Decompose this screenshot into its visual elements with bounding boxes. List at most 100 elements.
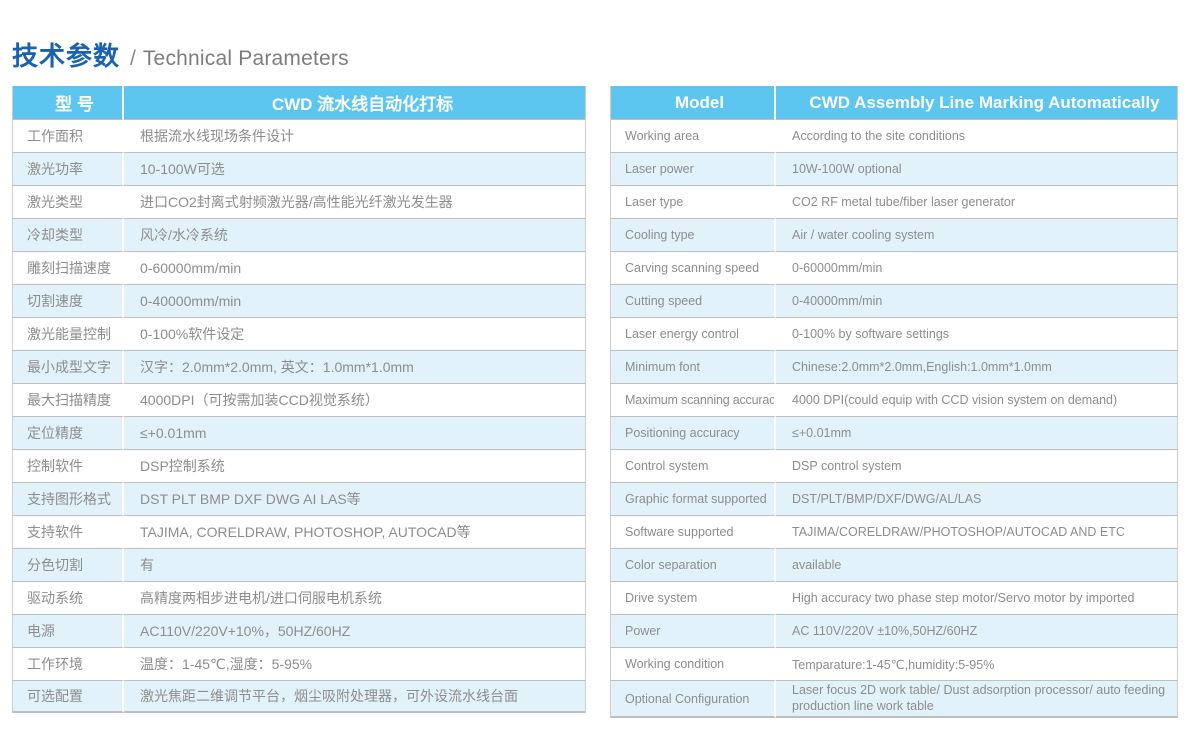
row-parameter-name: Cooling type [610, 218, 776, 251]
row-parameter-name: Graphic format supported [610, 482, 776, 515]
table-row: 支持软件 TAJIMA, CORELDRAW, PHOTOSHOP, AUTOCA… [12, 515, 586, 548]
table-row: Positioning accuracy ≤+0.01mm [610, 416, 1178, 449]
row-parameter-name: 支持图形格式 [12, 482, 124, 515]
row-parameter-name: 最小成型文字 [12, 350, 124, 383]
row-parameter-name: 驱动系统 [12, 581, 124, 614]
table-row: Laser energy control 0-100% by software s… [610, 317, 1178, 350]
row-parameter-value: CO2 RF metal tube/fiber laser generator [776, 185, 1178, 218]
table-row: 激光类型 进口CO2封离式射频激光器/高性能光纤激光发生器 [12, 185, 586, 218]
row-parameter-value: DSP控制系统 [124, 449, 586, 482]
row-parameter-value: TAJIMA/CORELDRAW/PHOTOSHOP/AUTOCAD AND E… [776, 515, 1178, 548]
table-row: Cooling type Air / water cooling system [610, 218, 1178, 251]
row-parameter-name: 最大扫描精度 [12, 383, 124, 416]
row-parameter-value: DST PLT BMP DXF DWG AI LAS等 [124, 482, 586, 515]
table-row: 驱动系统 高精度两相步进电机/进口伺服电机系统 [12, 581, 586, 614]
row-parameter-value: available [776, 548, 1178, 581]
row-parameter-value: Temparature:1-45℃,humidity:5-95% [776, 647, 1178, 680]
row-parameter-name: 分色切割 [12, 548, 124, 581]
row-parameter-value: 0-60000mm/min [776, 251, 1178, 284]
row-parameter-value: 0-100% by software settings [776, 317, 1178, 350]
row-parameter-name: Laser type [610, 185, 776, 218]
row-parameter-value: 汉字：2.0mm*2.0mm, 英文：1.0mm*1.0mm [124, 350, 586, 383]
row-parameter-name: 冷却类型 [12, 218, 124, 251]
row-parameter-value: 0-100%软件设定 [124, 317, 586, 350]
table-row: 激光能量控制 0-100%软件设定 [12, 317, 586, 350]
header-cell-model-label: 型 号 [12, 86, 124, 119]
specs-table-english: Model CWD Assembly Line Marking Automati… [610, 86, 1178, 719]
table-row: 控制软件 DSP控制系统 [12, 449, 586, 482]
table-row: Carving scanning speed 0-60000mm/min [610, 251, 1178, 284]
row-parameter-name: Control system [610, 449, 776, 482]
table-row: Minimum font Chinese:2.0mm*2.0mm,English:… [610, 350, 1178, 383]
table-row: Working condition Temparature:1-45℃,humid… [610, 647, 1178, 680]
row-parameter-value: DSP control system [776, 449, 1178, 482]
row-parameter-name: 激光能量控制 [12, 317, 124, 350]
row-parameter-name: Laser power [610, 152, 776, 185]
row-parameter-name: 电源 [12, 614, 124, 647]
row-parameter-value: TAJIMA, CORELDRAW, PHOTOSHOP, AUTOCAD等 [124, 515, 586, 548]
row-parameter-name: 可选配置 [12, 680, 124, 713]
row-parameter-value: 有 [124, 548, 586, 581]
row-parameter-value: 激光焦距二维调节平台，烟尘吸附处理器，可外设流水线台面 [124, 680, 586, 713]
page-title-en: Technical Parameters [142, 47, 349, 70]
table-row: Cutting speed 0-40000mm/min [610, 284, 1178, 317]
row-parameter-name: 工作面积 [12, 119, 124, 152]
row-parameter-value: High accuracy two phase step motor/Servo… [776, 581, 1178, 614]
header-cell-model-name: CWD 流水线自动化打标 [124, 86, 586, 119]
row-parameter-name: 支持软件 [12, 515, 124, 548]
table-row: Color separation available [610, 548, 1178, 581]
table-row: Maximum scanning accuracy 4000 DPI(could … [610, 383, 1178, 416]
row-parameter-value: 0-40000mm/min [776, 284, 1178, 317]
table-row: Control system DSP control system [610, 449, 1178, 482]
row-parameter-name: 激光类型 [12, 185, 124, 218]
row-parameter-name: Minimum font [610, 350, 776, 383]
table-row: 分色切割有 [12, 548, 586, 581]
table-row: 雕刻扫描速度 0-60000mm/min [12, 251, 586, 284]
table-row: 最大扫描精度 4000DPI（可按需加装CCD视觉系统） [12, 383, 586, 416]
row-parameter-name: Carving scanning speed [610, 251, 776, 284]
table-row: Working area According to the site condit… [610, 119, 1178, 152]
row-parameter-name: Software supported [610, 515, 776, 548]
specs-table-chinese-body: 型 号 CWD 流水线自动化打标 工作面积 根据流水线现场条件设计 激光功率 10-1… [12, 86, 586, 713]
table-row: 定位精度 ≤+0.01mm [12, 416, 586, 449]
row-parameter-value: Laser focus 2D work table/ Dust adsorpti… [776, 680, 1178, 719]
row-parameter-value: 4000 DPI(could equip with CCD vision sys… [776, 383, 1178, 416]
row-parameter-value: According to the site conditions [776, 119, 1178, 152]
row-parameter-value: 温度：1-45℃,湿度：5-95% [124, 647, 586, 680]
table-row: Software supported TAJIMA/CORELDRAW/PHOTO… [610, 515, 1178, 548]
table-row: 工作面积 根据流水线现场条件设计 [12, 119, 586, 152]
table-row: Power AC 110V/220V ±10%,50HZ/60HZ [610, 614, 1178, 647]
row-parameter-name: 控制软件 [12, 449, 124, 482]
table-row: 电源 AC110V/220V+10%，50HZ/60HZ [12, 614, 586, 647]
row-parameter-value: ≤+0.01mm [124, 416, 586, 449]
row-parameter-name: Working area [610, 119, 776, 152]
table-row: 工作环境 温度：1-45℃,湿度：5-95% [12, 647, 586, 680]
row-parameter-name: 激光功率 [12, 152, 124, 185]
header-cell-model-name: CWD Assembly Line Marking Automatically [776, 86, 1178, 119]
table-row: 可选配置 激光焦距二维调节平台，烟尘吸附处理器，可外设流水线台面 [12, 680, 586, 713]
row-parameter-value: 高精度两相步进电机/进口伺服电机系统 [124, 581, 586, 614]
page-title: 技术参数 / Technical Parameters [12, 36, 349, 73]
row-parameter-value: 风冷/水冷系统 [124, 218, 586, 251]
row-parameter-name: Working condition [610, 647, 776, 680]
row-parameter-name: Power [610, 614, 776, 647]
row-parameter-name: Optional Configuration [610, 680, 776, 719]
row-parameter-name: 工作环境 [12, 647, 124, 680]
table-row: 激光功率 10-100W可选 [12, 152, 586, 185]
row-parameter-value: ≤+0.01mm [776, 416, 1178, 449]
table-header-row: Model CWD Assembly Line Marking Automati… [610, 86, 1178, 119]
row-parameter-name: Cutting speed [610, 284, 776, 317]
row-parameter-value: 0-40000mm/min [124, 284, 586, 317]
row-parameter-name: Color separation [610, 548, 776, 581]
row-parameter-value: 0-60000mm/min [124, 251, 586, 284]
row-parameter-value: Chinese:2.0mm*2.0mm,English:1.0mm*1.0mm [776, 350, 1178, 383]
row-parameter-value: DST/PLT/BMP/DXF/DWG/AL/LAS [776, 482, 1178, 515]
table-row: 切割速度 0-40000mm/min [12, 284, 586, 317]
table-row: 冷却类型 风冷/水冷系统 [12, 218, 586, 251]
row-parameter-name: 雕刻扫描速度 [12, 251, 124, 284]
row-parameter-value: 进口CO2封离式射频激光器/高性能光纤激光发生器 [124, 185, 586, 218]
row-parameter-name: Maximum scanning accuracy [610, 383, 776, 416]
page-title-separator: / [130, 47, 136, 70]
table-row: 支持图形格式 DST PLT BMP DXF DWG AI LAS等 [12, 482, 586, 515]
row-parameter-value: 4000DPI（可按需加装CCD视觉系统） [124, 383, 586, 416]
